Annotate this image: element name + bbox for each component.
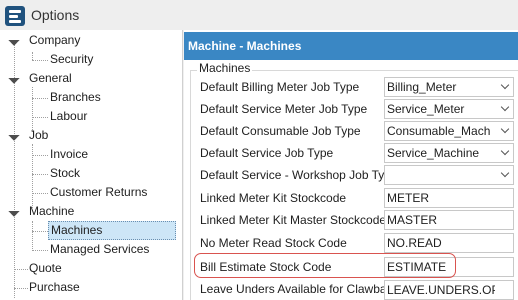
chevron-down-icon[interactable] (500, 105, 510, 113)
tree-item-company[interactable]: Company (29, 31, 80, 50)
tree-item-stock[interactable]: Stock (50, 164, 80, 183)
tree-item-managed-services[interactable]: Managed Services (50, 240, 149, 259)
row-label-leave-unders-clawback: Leave Unders Available for Clawback (200, 282, 399, 296)
tree-connector (32, 250, 48, 251)
row-label-consumable-job-type: Default Consumable Job Type (200, 124, 361, 138)
tree-connector (32, 155, 48, 156)
leave-unders-clawback-input[interactable]: LEAVE.UNDERS.OPEN (384, 280, 514, 300)
window-title: Options (31, 7, 80, 23)
row-label-workshop-job-type: Default Service - Workshop Job Type (200, 168, 398, 182)
chevron-down-icon[interactable] (500, 149, 510, 157)
dropdown-value: Service_Meter (387, 102, 465, 116)
billing-meter-job-type-dropdown[interactable]: Billing_Meter (384, 77, 514, 97)
input-value: NO.READ (387, 236, 442, 250)
input-value: MASTER (387, 213, 438, 227)
service-meter-job-type-dropdown[interactable]: Service_Meter (384, 99, 514, 119)
tree-item-purchase[interactable]: Purchase (29, 278, 80, 297)
chevron-down-icon[interactable] (500, 83, 510, 91)
title-bar: Options (0, 0, 518, 30)
row-label-bill-estimate-stock-code: Bill Estimate Stock Code (200, 260, 332, 274)
tree-item-customer-returns[interactable]: Customer Returns (50, 183, 147, 202)
row-label-linked-meter-kit-stockcode: Linked Meter Kit Stockcode (200, 191, 347, 205)
chevron-down-icon[interactable] (500, 127, 510, 135)
row-label-service-meter-job-type: Default Service Meter Job Type (200, 102, 368, 116)
tree-item-machines[interactable]: Machines (48, 221, 176, 240)
tree-expander-icon[interactable] (10, 36, 19, 45)
tree-expander-icon[interactable] (10, 207, 19, 216)
no-meter-read-stock-code-input[interactable]: NO.READ (384, 233, 514, 253)
row-label-no-meter-read-stock-code: No Meter Read Stock Code (200, 236, 347, 250)
tree-connector (32, 60, 48, 61)
dropdown-value: Consumable_Mach (387, 124, 491, 138)
input-value: LEAVE.UNDERS.OPEN (387, 283, 495, 297)
linked-meter-kit-stockcode-input[interactable]: METER (384, 188, 514, 208)
tree-connector (32, 193, 48, 194)
tree-expander-icon[interactable] (10, 74, 19, 83)
tree-connector (32, 144, 33, 208)
input-value: ESTIMATE (387, 260, 447, 274)
tree-connector (32, 98, 48, 99)
row-label-billing-meter-job-type: Default Billing Meter Job Type (200, 80, 360, 94)
app-logo-icon (5, 6, 25, 26)
linked-meter-kit-master-stockcode-input[interactable]: MASTER (384, 210, 514, 230)
tree-item-security[interactable]: Security (50, 50, 93, 69)
tree-connector (14, 269, 28, 270)
row-label-service-job-type: Default Service Job Type (200, 146, 334, 160)
chevron-down-icon[interactable] (500, 171, 510, 179)
tree-connector (32, 52, 33, 60)
tree-item-general[interactable]: General (29, 69, 72, 88)
dropdown-value: Billing_Meter (387, 80, 457, 94)
tree-item-labour[interactable]: Labour (50, 107, 87, 126)
options-tree[interactable]: Company Security General Branches Labour… (0, 30, 183, 300)
workshop-job-type-dropdown[interactable] (384, 165, 514, 185)
tree-item-invoice[interactable]: Invoice (50, 145, 88, 164)
tree-item-job[interactable]: Job (29, 126, 48, 145)
tree-connector (14, 288, 28, 289)
dropdown-value: Service_Machine (387, 146, 480, 160)
tree-connector (32, 231, 48, 232)
service-job-type-dropdown[interactable]: Service_Machine (384, 143, 514, 163)
tree-item-branches[interactable]: Branches (50, 88, 101, 107)
group-label: Machines (197, 61, 253, 75)
tree-connector (32, 221, 33, 251)
tree-expander-icon[interactable] (10, 131, 19, 140)
input-value: METER (387, 191, 429, 205)
bill-estimate-stock-code-input[interactable]: ESTIMATE (384, 257, 514, 277)
row-label-linked-meter-kit-master-stockcode: Linked Meter Kit Master Stockcode (200, 213, 387, 227)
tree-item-machine[interactable]: Machine (29, 202, 74, 221)
tree-item-quote[interactable]: Quote (29, 259, 62, 278)
panel-header: Machine - Machines (184, 32, 518, 60)
tree-connector (32, 117, 48, 118)
tree-connector (32, 174, 48, 175)
consumable-job-type-dropdown[interactable]: Consumable_Mach (384, 121, 514, 141)
